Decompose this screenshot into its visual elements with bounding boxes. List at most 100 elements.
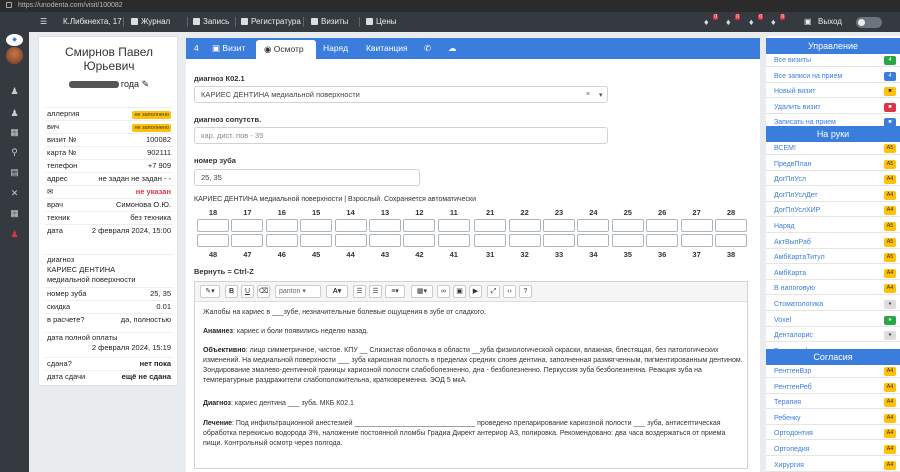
panel-link[interactable]: АмбКарта А4 xyxy=(766,267,900,280)
tooth-cell[interactable] xyxy=(646,234,679,247)
user-add-icon[interactable]: ♟ xyxy=(9,87,20,96)
panel-link[interactable]: Удалить визит ■ xyxy=(766,101,900,114)
table-icon[interactable]: ▦▾ xyxy=(411,285,433,298)
fullscreen-icon[interactable]: ⤢ xyxy=(487,285,500,298)
tooth-cell[interactable] xyxy=(437,219,470,232)
magic-icon[interactable]: ✎▾ xyxy=(200,285,220,298)
tooth-cell[interactable] xyxy=(369,219,401,232)
tooth-cell[interactable] xyxy=(611,219,644,232)
tab-order[interactable]: Наряд xyxy=(323,38,348,59)
unordered-list-icon[interactable]: ☰ xyxy=(353,285,366,298)
calendar-alt-icon[interactable]: ▦ xyxy=(9,209,20,218)
tooth-number-input[interactable]: 25, 35 xyxy=(194,169,420,186)
exam-editor[interactable]: ✎▾ B U ⌫ panton ▾ A▾ ☰ ☰ ≡▾ ▦▾ ∞ ▣ ▶ ⤢ ‹… xyxy=(194,281,748,469)
browser-address-bar[interactable]: https://unodenta.com/visit/100082 xyxy=(0,0,900,12)
theme-toggle[interactable] xyxy=(856,17,882,28)
panel-link[interactable]: ДогПлУсл А4 xyxy=(766,173,900,187)
panel-link[interactable]: РентгенРеб А4 xyxy=(766,381,900,394)
user-lock-icon[interactable]: ♟ xyxy=(9,230,20,239)
edit-icon[interactable]: ✎ xyxy=(142,79,150,89)
tooth-cell[interactable] xyxy=(265,234,298,247)
tooth-cell[interactable] xyxy=(715,219,747,232)
panel-link[interactable]: ДогПлУслДет А4 xyxy=(766,189,900,202)
panel-link[interactable]: Ортодонтия А4 xyxy=(766,427,900,441)
notification-icon[interactable]: ♦ 0 xyxy=(704,14,718,27)
panel-link[interactable]: Ребенку А4 xyxy=(766,412,900,425)
panel-link[interactable]: ПредвПлан А5 xyxy=(766,158,900,171)
tooth-cell[interactable] xyxy=(403,219,436,232)
panel-link[interactable]: РентгенВзр А4 xyxy=(766,365,900,378)
tooth-cell[interactable] xyxy=(369,234,401,247)
tooth-cell[interactable] xyxy=(231,219,264,232)
tooth-cell[interactable] xyxy=(474,234,507,247)
tooth-cell[interactable] xyxy=(197,234,229,247)
registry-link[interactable]: Регистратура xyxy=(241,12,301,32)
branch-link[interactable]: К.Либкнехта, 17 xyxy=(63,12,122,32)
tooth-cell[interactable] xyxy=(300,234,333,247)
tooth-cell[interactable] xyxy=(577,234,610,247)
phone-icon[interactable]: ✆ xyxy=(424,38,431,59)
panel-link[interactable]: Новый визит ■ xyxy=(766,85,900,99)
tooth-cell[interactable] xyxy=(403,234,436,247)
tooth-cell[interactable] xyxy=(334,219,367,232)
prices-link[interactable]: Цены xyxy=(366,12,397,32)
tooth-cell[interactable] xyxy=(577,219,610,232)
text-color-icon[interactable]: A▾ xyxy=(326,285,348,298)
panel-link[interactable]: ДогПлУслХИР А4 xyxy=(766,204,900,218)
bold-button[interactable]: B xyxy=(225,285,238,298)
panel-link[interactable]: Voxel ● xyxy=(766,314,900,327)
tab-visit[interactable]: ▣ Визит xyxy=(212,38,245,59)
video-icon[interactable]: ▶ xyxy=(469,285,482,298)
tooth-cell[interactable] xyxy=(474,219,507,232)
tooth-cell[interactable] xyxy=(680,219,713,232)
tools-icon[interactable]: ✕ xyxy=(9,189,20,198)
tooth-cell[interactable] xyxy=(508,234,541,247)
tab-receipt[interactable]: Квитанция xyxy=(366,38,408,59)
cloud-download-icon[interactable]: ☁ xyxy=(448,38,457,59)
code-view-icon[interactable]: ‹› xyxy=(503,285,516,298)
panel-link[interactable]: АктВыпРаб А5 xyxy=(766,236,900,249)
panel-link[interactable]: Все записи на прием 4 xyxy=(766,70,900,83)
eraser-icon[interactable]: ⌫ xyxy=(257,285,270,298)
tooth-cell[interactable] xyxy=(437,234,470,247)
avatar[interactable] xyxy=(6,47,23,64)
chevron-down-icon[interactable]: ▾ xyxy=(599,91,603,99)
tooth-cell[interactable] xyxy=(300,219,333,232)
journal-link[interactable]: Журнал xyxy=(131,12,170,32)
panel-link[interactable]: Наряд А5 xyxy=(766,220,900,233)
panel-link[interactable]: Ортопедия А4 xyxy=(766,443,900,456)
font-select[interactable]: panton ▾ xyxy=(275,285,321,298)
alert-icon[interactable]: ♦ 0 xyxy=(749,14,763,27)
tooth-cell[interactable] xyxy=(231,234,264,247)
concomitant-input[interactable]: кар. дист. пов - 35 xyxy=(194,127,608,144)
panel-link[interactable]: Денталорис ● xyxy=(766,329,900,343)
tooth-cell[interactable] xyxy=(543,219,575,232)
ordered-list-icon[interactable]: ☰ xyxy=(369,285,382,298)
panel-link[interactable]: АмбКартаТитул А5 xyxy=(766,251,900,265)
panel-link[interactable]: Хирургия А4 xyxy=(766,459,900,472)
tooth-cell[interactable] xyxy=(197,219,229,232)
search-icon[interactable]: ⚲ xyxy=(9,148,20,157)
panel-link[interactable]: Стоматологика ● xyxy=(766,298,900,311)
users-icon[interactable]: ♟ xyxy=(9,109,20,118)
logout-icon[interactable]: ▣ xyxy=(804,12,812,32)
image-icon[interactable]: ▣ xyxy=(453,285,466,298)
tooth-cell[interactable] xyxy=(265,219,298,232)
tooth-cell[interactable] xyxy=(334,234,367,247)
tooth-cell[interactable] xyxy=(611,234,644,247)
underline-button[interactable]: U xyxy=(241,285,254,298)
record-link[interactable]: Запись xyxy=(193,12,229,32)
tab-number[interactable]: 4 xyxy=(194,38,199,59)
logout-link[interactable]: Выход xyxy=(818,12,842,32)
panel-link[interactable]: В налоговую А4 xyxy=(766,282,900,296)
list-icon[interactable]: ▤ xyxy=(9,168,20,177)
panel-link[interactable]: Все визиты 4 xyxy=(766,54,900,67)
panel-link[interactable]: Терапия А4 xyxy=(766,396,900,410)
tooth-cell[interactable] xyxy=(646,219,679,232)
diagnosis-select[interactable]: КАРИЕС ДЕНТИНА медиальной поверхности xyxy=(194,86,608,103)
panel-link[interactable]: ВСЕМ! А5 xyxy=(766,142,900,155)
help-button[interactable]: ? xyxy=(519,285,532,298)
tooth-cell[interactable] xyxy=(508,219,541,232)
calendar-icon[interactable]: ▦ xyxy=(9,128,20,137)
bell-icon[interactable]: ♦ 0 xyxy=(771,14,785,27)
